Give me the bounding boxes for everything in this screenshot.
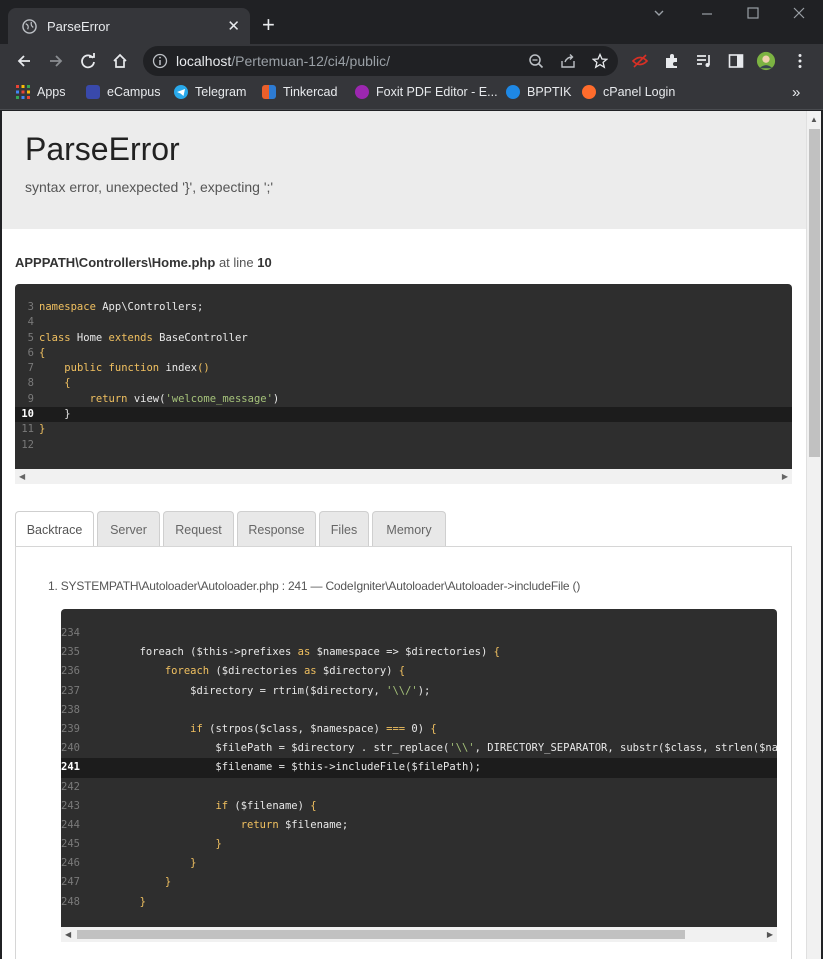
error-line-number: 10 xyxy=(257,255,272,270)
tinkercad-icon xyxy=(262,85,276,99)
tab-backtrace[interactable]: Backtrace xyxy=(15,511,94,548)
code-line: 7 public function index() xyxy=(27,362,210,375)
tab-request[interactable]: Request xyxy=(163,511,234,547)
code-line: 245 } xyxy=(61,838,222,851)
code-line: 6{ xyxy=(27,346,46,359)
code-line: 3 namespace App\Controllers; xyxy=(27,301,204,313)
tab-files[interactable]: Files xyxy=(319,511,369,547)
code-line: 5 class Home extends BaseController xyxy=(27,331,248,344)
code-line: 242 xyxy=(61,780,80,793)
media-queue-icon[interactable] xyxy=(694,51,714,71)
code-line: 237 $directory = rtrim($directory, '\\/'… xyxy=(61,684,431,697)
tab-search-icon[interactable] xyxy=(652,6,666,23)
code-line: 11} xyxy=(21,423,46,436)
bookmarks-more-button[interactable]: » xyxy=(792,84,800,101)
bpptik-icon xyxy=(506,85,520,99)
bookmark-tinkercad[interactable]: Tinkercad xyxy=(262,85,337,99)
tab-title: ParseError xyxy=(47,18,110,34)
error-file-path: APPPATH\Controllers\Home.php xyxy=(15,255,216,270)
home-icon[interactable] xyxy=(110,51,130,71)
url-text[interactable]: localhost/Pertemuan-12/ci4/public/ xyxy=(176,53,390,69)
source-horizontal-scrollbar[interactable]: ◀ ▶ xyxy=(15,469,792,484)
bookmark-star-icon[interactable] xyxy=(592,53,608,69)
side-panel-icon[interactable] xyxy=(726,51,746,71)
backtrace-horizontal-scrollbar[interactable]: ◀ ▶ xyxy=(61,927,777,942)
browser-toolbar: localhost/Pertemuan-12/ci4/public/ xyxy=(0,44,823,78)
code-line: 244 return $filename; xyxy=(61,818,349,831)
scrollbar-thumb[interactable] xyxy=(77,930,685,939)
apps-grid-icon xyxy=(16,85,30,99)
maximize-icon[interactable] xyxy=(746,6,760,23)
window-close-icon[interactable] xyxy=(792,6,806,23)
bookmarks-bar: Apps eCampus Telegram Tinkercad Foxit PD… xyxy=(0,78,823,110)
backtrace-panel: 1. SYSTEMPATH\Autoloader\Autoloader.php … xyxy=(15,546,792,959)
code-line-highlighted: 10 } xyxy=(15,407,792,423)
tab-memory[interactable]: Memory xyxy=(372,511,446,547)
bookmark-ecampus[interactable]: eCampus xyxy=(86,85,161,99)
code-line: 240 $filePath = $directory . str_replace… xyxy=(61,742,777,755)
code-line: 4 xyxy=(27,316,34,329)
code-line-highlighted: 241 $filename = $this->includeFile($file… xyxy=(61,758,777,778)
browser-tabstrip: ParseError ✕ + xyxy=(0,0,823,44)
page-vertical-scrollbar[interactable]: ▲ xyxy=(806,111,821,959)
menu-kebab-icon[interactable] xyxy=(790,51,810,71)
code-line: 243 if ($filename) { xyxy=(61,799,317,812)
error-location: APPPATH\Controllers\Home.php at line 10 xyxy=(15,255,272,270)
code-line: 246 } xyxy=(61,857,197,870)
reload-icon[interactable] xyxy=(78,51,98,71)
code-line: 238 xyxy=(61,703,80,716)
page-viewport: ParseError syntax error, unexpected '}',… xyxy=(2,111,806,959)
code-line: 8 { xyxy=(27,377,71,390)
bookmark-apps[interactable]: Apps xyxy=(16,85,66,99)
cpanel-icon xyxy=(582,85,596,99)
profile-avatar[interactable] xyxy=(756,51,776,71)
tab-response[interactable]: Response xyxy=(237,511,316,547)
bookmark-foxit[interactable]: Foxit PDF Editor - E... xyxy=(355,85,498,99)
globe-icon xyxy=(22,18,37,34)
zoom-icon[interactable] xyxy=(528,53,544,69)
minimize-icon[interactable] xyxy=(700,6,714,23)
foxit-icon xyxy=(355,85,369,99)
new-tab-button[interactable]: + xyxy=(262,14,275,36)
code-line: 234 xyxy=(61,627,80,639)
forward-icon[interactable] xyxy=(46,51,66,71)
tab-server[interactable]: Server xyxy=(97,511,160,547)
back-icon[interactable] xyxy=(14,51,34,71)
code-line: 12 xyxy=(21,438,34,451)
backtrace-item[interactable]: 1. SYSTEMPATH\Autoloader\Autoloader.php … xyxy=(48,579,580,593)
code-line: 248 } xyxy=(61,895,146,908)
code-line: 235 foreach ($this->prefixes as $namespa… xyxy=(61,646,500,659)
code-line: 9 return view('welcome_message') xyxy=(27,392,280,405)
code-line: 247 } xyxy=(61,876,172,889)
backtrace-source-block: 234 235 foreach ($this->prefixes as $nam… xyxy=(61,609,777,927)
share-icon[interactable] xyxy=(560,53,576,69)
error-message: syntax error, unexpected '}', expecting … xyxy=(25,179,274,195)
telegram-icon xyxy=(174,85,188,99)
bookmark-bpptik[interactable]: BPPTIK xyxy=(506,85,571,99)
bookmark-telegram[interactable]: Telegram xyxy=(174,85,246,99)
extensions-icon[interactable] xyxy=(662,51,682,71)
error-header: ParseError syntax error, unexpected '}',… xyxy=(2,111,806,229)
code-line: 236 foreach ($directories as $directory)… xyxy=(61,665,406,678)
source-code-block: 3 namespace App\Controllers; 4 5 class Hom… xyxy=(15,284,792,469)
eye-off-icon[interactable] xyxy=(630,51,650,71)
browser-tab[interactable]: ParseError ✕ xyxy=(8,8,250,44)
scrollbar-thumb[interactable] xyxy=(809,129,820,457)
error-title: ParseError xyxy=(25,131,180,167)
code-line: 239 if (strpos($class, $namespace) === 0… xyxy=(61,722,437,735)
ecampus-icon xyxy=(86,85,100,99)
bookmark-cpanel[interactable]: cPanel Login xyxy=(582,85,675,99)
tab-close-icon[interactable]: ✕ xyxy=(227,19,240,34)
site-info-icon[interactable] xyxy=(152,53,168,69)
address-bar[interactable]: localhost/Pertemuan-12/ci4/public/ xyxy=(143,46,618,76)
